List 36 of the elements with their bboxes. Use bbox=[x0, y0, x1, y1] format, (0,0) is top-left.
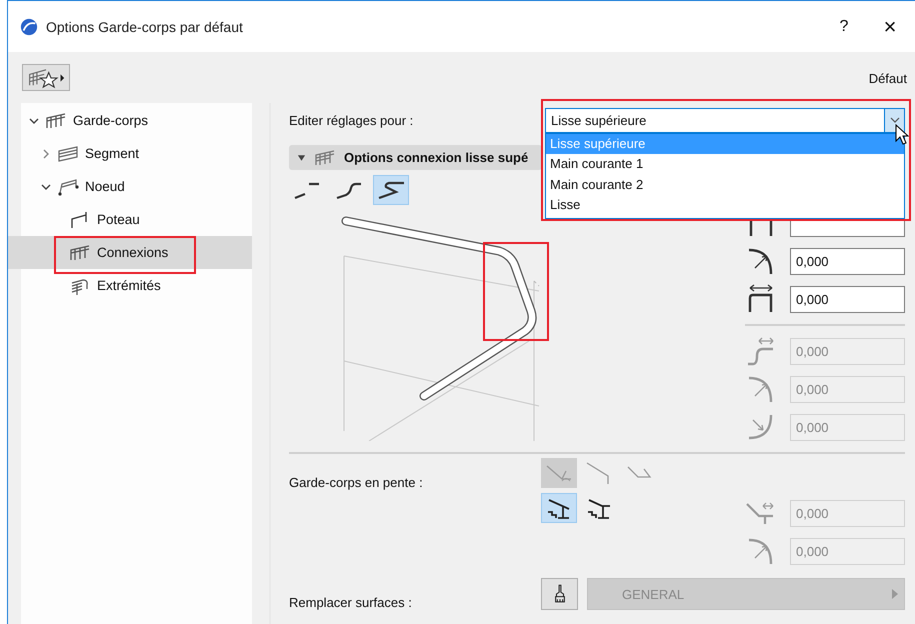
railing-icon bbox=[45, 112, 67, 130]
dropdown-option[interactable]: Main courante 2 bbox=[546, 174, 904, 195]
post-type-button[interactable] bbox=[541, 493, 577, 523]
help-button[interactable]: ? bbox=[821, 6, 867, 46]
chevron-down-icon[interactable] bbox=[41, 182, 51, 192]
window-title: Options Garde-corps par défaut bbox=[46, 18, 243, 34]
number-field[interactable]: 0,000 bbox=[790, 248, 905, 274]
section-header[interactable]: Options connexion lisse supé bbox=[289, 145, 542, 170]
field-label: Garde-corps en pente : bbox=[289, 474, 424, 490]
field-label: Remplacer surfaces : bbox=[289, 594, 413, 610]
paint-brush-button[interactable] bbox=[541, 578, 578, 610]
number-field[interactable]: 0,000 bbox=[790, 286, 905, 312]
chevron-down-icon bbox=[890, 117, 900, 123]
panel-icon bbox=[57, 144, 79, 162]
tree-item[interactable]: Segment bbox=[33, 137, 252, 170]
triangle-right-icon bbox=[892, 589, 898, 599]
paint-brush-icon bbox=[552, 584, 566, 604]
railing-icon bbox=[314, 148, 336, 166]
preset-label: Défaut bbox=[868, 71, 907, 86]
close-button[interactable]: × bbox=[867, 6, 913, 46]
dropdown-option[interactable]: Main courante 1 bbox=[546, 154, 904, 174]
connection-style-button[interactable] bbox=[373, 175, 409, 205]
tree-item[interactable]: Poteau bbox=[45, 203, 252, 236]
field-label: Editer réglages pour : bbox=[289, 112, 414, 128]
dropdown[interactable]: Lisse supérieure bbox=[545, 108, 905, 132]
favorites-button[interactable] bbox=[22, 64, 70, 91]
app-logo-icon bbox=[20, 18, 38, 36]
railing-node-icon bbox=[57, 178, 79, 196]
dropdown-option[interactable]: Lisse bbox=[546, 195, 904, 216]
chevron-down-icon[interactable] bbox=[29, 116, 39, 126]
tree-item[interactable]: Extrémités bbox=[45, 269, 252, 302]
tree-item[interactable]: Noeud bbox=[33, 170, 252, 203]
railing-icon bbox=[69, 244, 91, 262]
tree-item[interactable]: Garde-corps bbox=[21, 104, 252, 137]
chevron-right-icon[interactable] bbox=[41, 148, 51, 158]
railing-star-icon bbox=[26, 66, 66, 88]
